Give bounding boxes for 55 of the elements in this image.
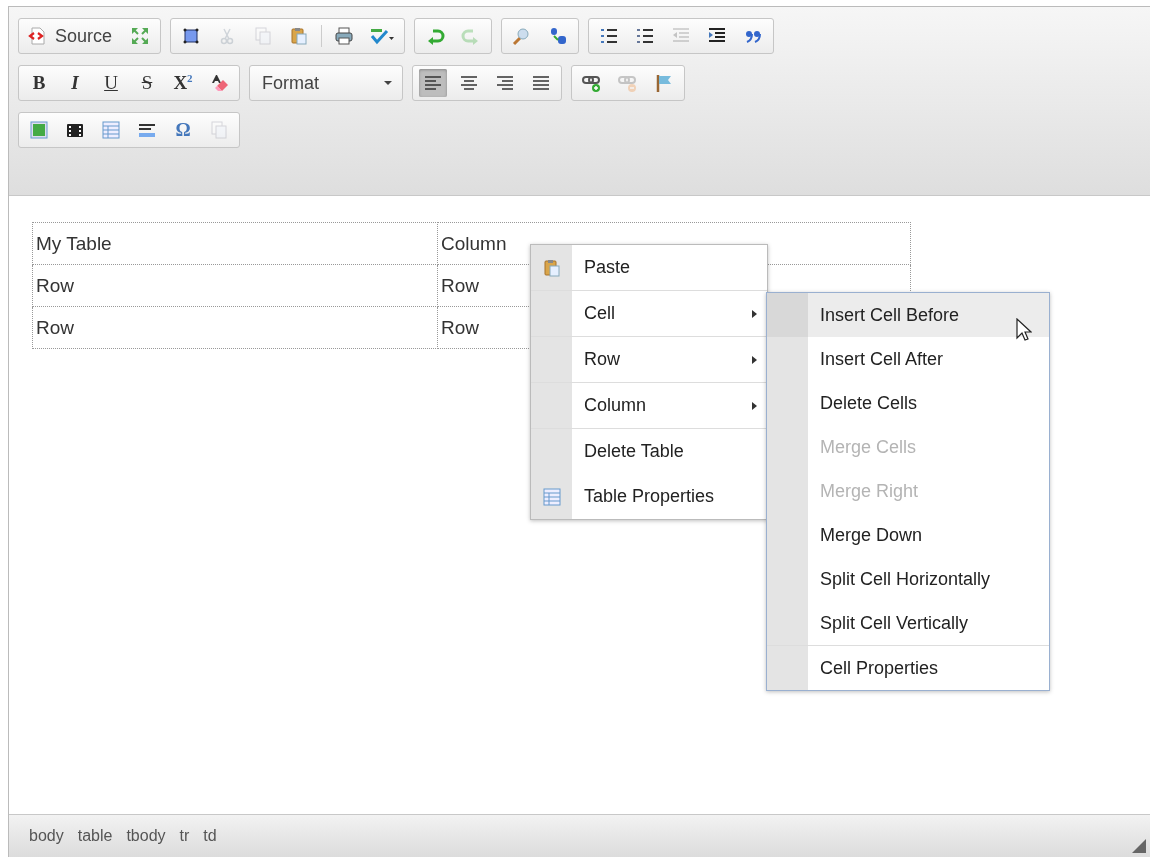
align-center-icon xyxy=(459,73,479,93)
printer-icon xyxy=(334,26,355,46)
menu-item[interactable]: Split Cell Vertically xyxy=(767,601,1049,645)
resize-grip-icon xyxy=(1132,839,1146,853)
menu-item[interactable]: Row xyxy=(531,336,767,382)
expand-arrows-icon xyxy=(130,26,151,46)
numbered-list-icon xyxy=(599,26,620,46)
strike-button[interactable]: S xyxy=(133,69,161,97)
symbol-button[interactable]: Ω xyxy=(169,116,197,144)
menu-item[interactable]: Split Cell Horizontally xyxy=(767,557,1049,601)
menu-item[interactable]: Cell Properties xyxy=(767,645,1049,690)
submenu-arrow-icon xyxy=(752,309,757,318)
eraser-icon xyxy=(209,73,229,93)
table-cell: Row xyxy=(32,264,438,307)
table-icon xyxy=(541,486,562,507)
copy-icon xyxy=(253,26,274,46)
clipboard-icon xyxy=(289,26,310,46)
superscript-button[interactable]: X$^{2}$ xyxy=(169,69,197,97)
clipboard-icon xyxy=(541,257,562,278)
table-cell: Row xyxy=(32,306,438,349)
align-right-icon xyxy=(495,73,515,93)
copy-icon xyxy=(209,120,229,140)
underline-button[interactable]: U xyxy=(97,69,125,97)
source-button[interactable]: Source xyxy=(25,22,119,50)
flag-icon xyxy=(654,73,674,93)
align-left-button[interactable] xyxy=(419,69,447,97)
element-path-link[interactable]: table xyxy=(77,827,113,845)
bulleted-list-icon xyxy=(635,26,656,46)
menu-item[interactable]: Column xyxy=(531,382,767,428)
italic-button[interactable]: I xyxy=(61,69,89,97)
bold-button[interactable]: B xyxy=(25,69,53,97)
menu-item[interactable]: Delete Cells xyxy=(767,381,1049,425)
caret-icon xyxy=(384,81,392,85)
code-file-icon xyxy=(27,26,47,46)
broken-link-icon xyxy=(618,73,638,93)
mouse-pointer-icon xyxy=(1016,318,1032,342)
style-dropdown[interactable]: Format xyxy=(252,69,400,97)
element-path-link[interactable]: body xyxy=(29,827,64,845)
menu-item[interactable]: Delete Table xyxy=(531,428,767,474)
submenu-arrow-icon xyxy=(752,401,757,410)
element-path-link[interactable]: td xyxy=(203,827,217,845)
element-path-link[interactable]: tr xyxy=(179,827,190,845)
table-cell: My Table xyxy=(32,222,438,265)
table-icon xyxy=(101,120,121,140)
checkmark-dropdown-icon xyxy=(369,26,396,46)
justify-icon xyxy=(531,73,551,93)
image-icon xyxy=(29,120,49,140)
menu-item[interactable]: Merge Down xyxy=(767,513,1049,557)
element-path-link[interactable]: tbody xyxy=(126,827,166,845)
menu-item[interactable]: Insert Cell Before xyxy=(767,293,1049,337)
menu-item[interactable]: Table Properties xyxy=(531,474,767,519)
menu-item[interactable]: Cell xyxy=(531,290,767,336)
chain-link-icon xyxy=(582,73,602,93)
submenu-arrow-icon xyxy=(752,355,757,364)
align-left-icon xyxy=(423,73,443,93)
